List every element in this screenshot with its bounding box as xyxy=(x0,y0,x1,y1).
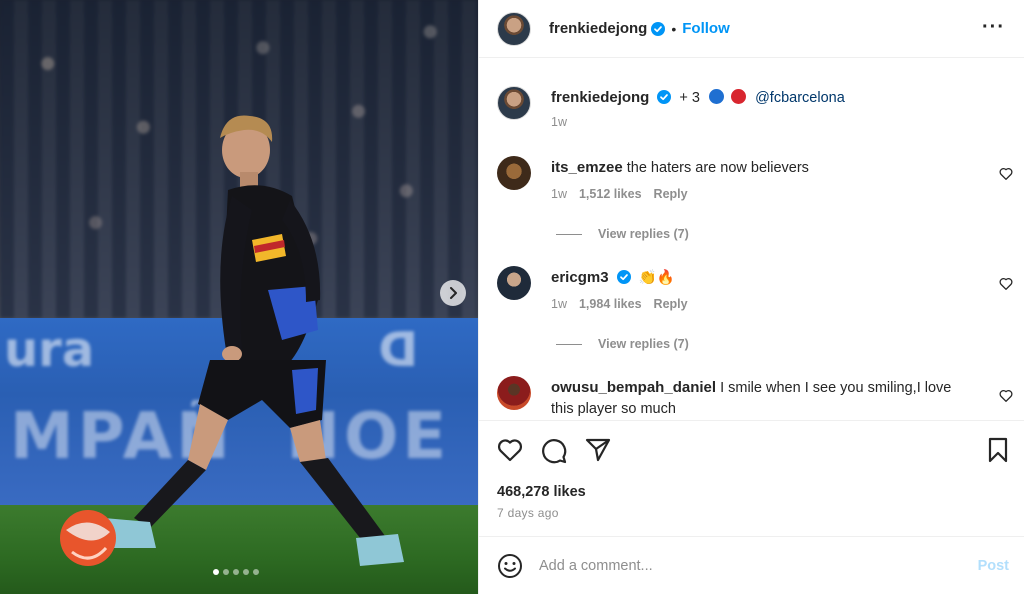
caption-row: frenkiedejong + 3 @fcbarcelona 1w xyxy=(497,86,981,129)
like-comment-heart-icon[interactable] xyxy=(999,167,1013,180)
comment-likes[interactable]: 1,512 likes xyxy=(579,187,642,201)
carousel-dot xyxy=(233,569,239,575)
comment-likes[interactable]: 1,984 likes xyxy=(579,297,642,311)
comments-list[interactable]: frenkiedejong + 3 @fcbarcelona 1w its_em… xyxy=(479,58,1024,420)
avatar[interactable] xyxy=(497,376,531,410)
post-actions: 468,278 likes 7 days ago xyxy=(479,420,1024,536)
ellipsis-icon[interactable]: ··· xyxy=(982,17,1005,37)
comment-username[interactable]: its_emzee xyxy=(551,159,623,176)
add-comment-bar: Add a comment... Post xyxy=(479,536,1024,594)
carousel-dot xyxy=(253,569,259,575)
comment-username[interactable]: owusu_bempah_daniel xyxy=(551,379,716,396)
chevron-right-icon xyxy=(450,287,457,299)
caption-mention-link[interactable]: @fcbarcelona xyxy=(755,90,845,106)
post-side-panel: frenkiedejong • Follow ··· frenkiedejong xyxy=(478,0,1024,594)
carousel-dot xyxy=(243,569,249,575)
post-comment-button[interactable]: Post xyxy=(978,558,1009,574)
view-replies-button[interactable]: View replies (7) xyxy=(556,337,689,351)
caption-username[interactable]: frenkiedejong xyxy=(551,89,649,106)
avatar[interactable] xyxy=(497,11,531,46)
carousel-dot-active xyxy=(213,569,219,575)
post-photo: ura ᗡ MPAÑ NOE xyxy=(0,0,478,594)
carousel-dot xyxy=(223,569,229,575)
caption-time: 1w xyxy=(551,115,567,129)
next-slide-button[interactable] xyxy=(440,280,466,306)
reply-button[interactable]: Reply xyxy=(654,297,688,311)
divider-line xyxy=(556,233,582,235)
heart-icon[interactable] xyxy=(497,438,523,462)
bookmark-icon[interactable] xyxy=(988,437,1008,463)
carousel-dots xyxy=(213,569,259,575)
follow-button[interactable]: Follow xyxy=(682,20,730,37)
blue-circle-emoji-icon xyxy=(709,89,725,104)
header-username[interactable]: frenkiedejong xyxy=(549,20,647,37)
post-header: frenkiedejong • Follow ··· xyxy=(479,0,1024,58)
player-figure xyxy=(60,115,404,566)
comment-row: its_emzee the haters are now believers 1… xyxy=(497,156,981,201)
post-likes-count[interactable]: 468,278 likes xyxy=(497,484,586,500)
verified-badge-icon xyxy=(651,21,666,36)
avatar[interactable] xyxy=(497,156,531,190)
comment-input[interactable]: Add a comment... xyxy=(539,558,978,574)
verified-badge-icon xyxy=(657,90,672,104)
comment-icon[interactable] xyxy=(541,438,567,464)
avatar[interactable] xyxy=(497,86,531,120)
caption-extra: + 3 xyxy=(679,90,700,106)
comment-text: the haters are now believers xyxy=(626,160,809,176)
verified-badge-icon xyxy=(616,270,631,284)
post-time-ago: 7 days ago xyxy=(497,506,559,520)
comment-text: 👏🔥 xyxy=(638,270,675,286)
like-comment-heart-icon[interactable] xyxy=(999,389,1013,402)
share-icon[interactable] xyxy=(585,438,611,462)
view-replies-label: View replies (7) xyxy=(598,227,689,241)
comment-username[interactable]: ericgm3 xyxy=(551,269,609,286)
comment-row: ericgm3 👏🔥 1w 1,984 likes Reply xyxy=(497,266,981,311)
divider-line xyxy=(556,343,582,345)
avatar[interactable] xyxy=(497,266,531,300)
reply-button[interactable]: Reply xyxy=(654,187,688,201)
header-separator: • xyxy=(671,20,677,37)
view-replies-label: View replies (7) xyxy=(598,337,689,351)
view-replies-button[interactable]: View replies (7) xyxy=(556,227,689,241)
comment-time: 1w xyxy=(551,187,567,201)
like-comment-heart-icon[interactable] xyxy=(999,277,1013,290)
emoji-icon[interactable] xyxy=(497,553,523,579)
red-circle-emoji-icon xyxy=(731,89,747,104)
comment-time: 1w xyxy=(551,297,567,311)
comment-row: owusu_bempah_daniel I smile when I see y… xyxy=(497,376,961,420)
